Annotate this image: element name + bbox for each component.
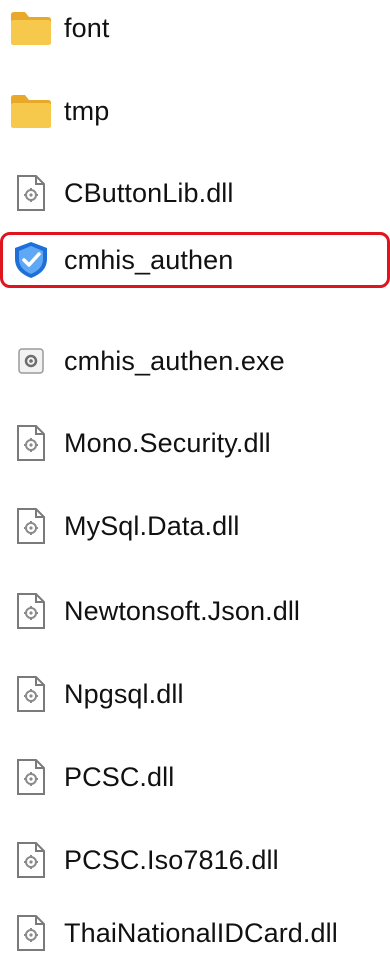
file-list: font tmp CButtonLib.dll cmhis_authen cmh… <box>0 0 390 961</box>
file-row-mono-security[interactable]: Mono.Security.dll <box>0 415 390 471</box>
file-name: font <box>64 12 110 43</box>
file-row-cmhis-authen[interactable]: cmhis_authen <box>0 232 390 288</box>
dll-file-icon <box>10 422 52 464</box>
file-row-cbuttonlib[interactable]: CButtonLib.dll <box>0 165 390 221</box>
file-name: Mono.Security.dll <box>64 427 271 458</box>
dll-file-icon <box>10 172 52 214</box>
file-name: PCSC.dll <box>64 761 175 792</box>
file-row-mysql-data[interactable]: MySql.Data.dll <box>0 498 390 554</box>
dll-file-icon <box>10 505 52 547</box>
file-name: CButtonLib.dll <box>64 177 234 208</box>
file-row-pcsc-iso7816[interactable]: PCSC.Iso7816.dll <box>0 832 390 888</box>
file-row-newtonsoft-json[interactable]: Newtonsoft.Json.dll <box>0 583 390 639</box>
file-row-tmp[interactable]: tmp <box>0 83 390 139</box>
shield-icon <box>10 239 52 281</box>
file-row-pcsc[interactable]: PCSC.dll <box>0 749 390 805</box>
file-name: ThaiNationalIDCard.dll <box>64 917 338 948</box>
file-name: tmp <box>64 95 110 126</box>
file-row-cmhis-authen-exe[interactable]: cmhis_authen.exe <box>0 333 390 389</box>
file-row-font[interactable]: font <box>0 0 390 56</box>
file-name: cmhis_authen <box>64 244 234 275</box>
folder-icon <box>10 7 52 49</box>
file-name: Newtonsoft.Json.dll <box>64 595 301 626</box>
file-row-npgsql[interactable]: Npgsql.dll <box>0 666 390 722</box>
dll-file-icon <box>10 912 52 954</box>
file-name: MySql.Data.dll <box>64 510 240 541</box>
folder-icon <box>10 90 52 132</box>
dll-file-icon <box>10 839 52 881</box>
dll-file-icon <box>10 673 52 715</box>
dll-file-icon <box>10 756 52 798</box>
file-name: PCSC.Iso7816.dll <box>64 844 279 875</box>
dll-file-icon <box>10 590 52 632</box>
file-name: Npgsql.dll <box>64 678 184 709</box>
file-name: cmhis_authen.exe <box>64 345 285 376</box>
config-file-icon <box>10 340 52 382</box>
file-row-thainationalidcard[interactable]: ThaiNationalIDCard.dll <box>0 905 390 961</box>
